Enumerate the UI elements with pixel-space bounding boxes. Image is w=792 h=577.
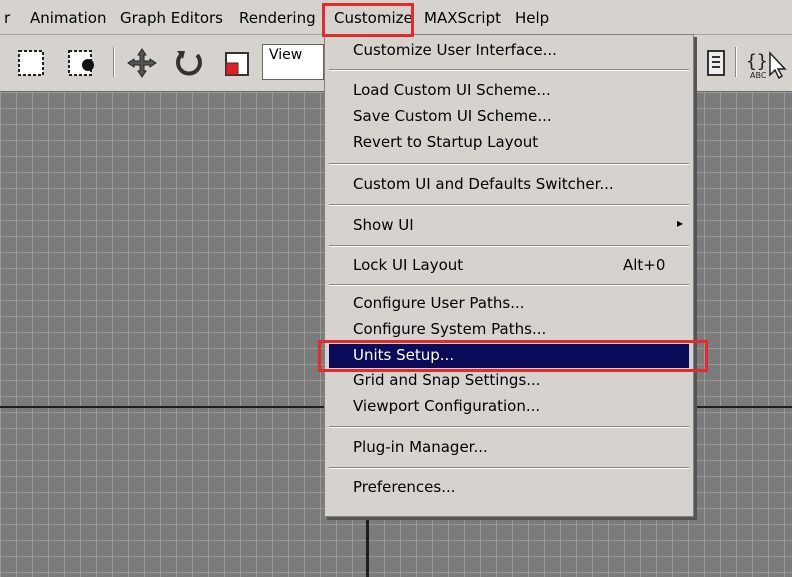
menu-separator: [329, 467, 689, 469]
menu-item-configure-system-paths[interactable]: Configure System Paths...: [353, 320, 546, 338]
menu-graph-editors[interactable]: Graph Editors: [120, 9, 223, 27]
menu-item-configure-user-paths[interactable]: Configure User Paths...: [353, 294, 525, 312]
menu-animation[interactable]: Animation: [30, 9, 106, 27]
maxscript-icon[interactable]: {} ABC: [744, 45, 788, 83]
menu-item-customize-ui[interactable]: Customize User Interface...: [353, 41, 557, 59]
menu-separator: [329, 245, 689, 247]
customize-dropdown-menu: Customize User Interface... Load Custom …: [324, 34, 694, 517]
select-region-icon[interactable]: [16, 48, 46, 78]
menu-separator: [329, 426, 689, 428]
customize-callout-box: [322, 3, 414, 37]
select-object-icon[interactable]: [66, 48, 100, 78]
submenu-arrow-icon: ▸: [677, 216, 684, 230]
reference-coordinate-select[interactable]: View: [262, 44, 324, 80]
menu-item-save-ui-scheme[interactable]: Save Custom UI Scheme...: [353, 107, 552, 125]
menu-separator: [329, 204, 689, 206]
toolbar-separator: [735, 47, 737, 77]
menu-rendering[interactable]: Rendering: [239, 9, 316, 27]
move-icon[interactable]: [126, 47, 158, 79]
menu-item-grid-snap-settings[interactable]: Grid and Snap Settings...: [353, 371, 541, 389]
menu-separator: [329, 284, 689, 286]
scale-icon[interactable]: [222, 49, 252, 79]
toolbar-separator: [113, 47, 115, 77]
units-setup-callout-box: [318, 340, 708, 372]
menu-item-preferences[interactable]: Preferences...: [353, 478, 456, 496]
menu-item-load-ui-scheme[interactable]: Load Custom UI Scheme...: [353, 81, 551, 99]
menu-rendering-partial[interactable]: r: [4, 9, 10, 27]
list-icon[interactable]: [704, 47, 730, 79]
menu-separator: [329, 163, 689, 165]
svg-text:ABC: ABC: [750, 71, 767, 80]
menu-help[interactable]: Help: [515, 9, 549, 27]
menu-maxscript[interactable]: MAXScript: [424, 9, 501, 27]
shortcut-lock-ui: Alt+0: [623, 256, 666, 274]
rotate-icon[interactable]: [173, 47, 205, 79]
menu-item-lock-ui-layout[interactable]: Lock UI Layout: [353, 256, 463, 274]
menu-item-show-ui[interactable]: Show UI: [353, 216, 414, 234]
menu-item-plugin-manager[interactable]: Plug-in Manager...: [353, 438, 488, 456]
menu-item-ui-defaults-switcher[interactable]: Custom UI and Defaults Switcher...: [353, 175, 614, 193]
menu-item-viewport-configuration[interactable]: Viewport Configuration...: [353, 397, 540, 415]
svg-text:{}: {}: [746, 51, 768, 72]
menu-separator: [329, 69, 689, 71]
menu-item-revert-layout[interactable]: Revert to Startup Layout: [353, 133, 538, 151]
